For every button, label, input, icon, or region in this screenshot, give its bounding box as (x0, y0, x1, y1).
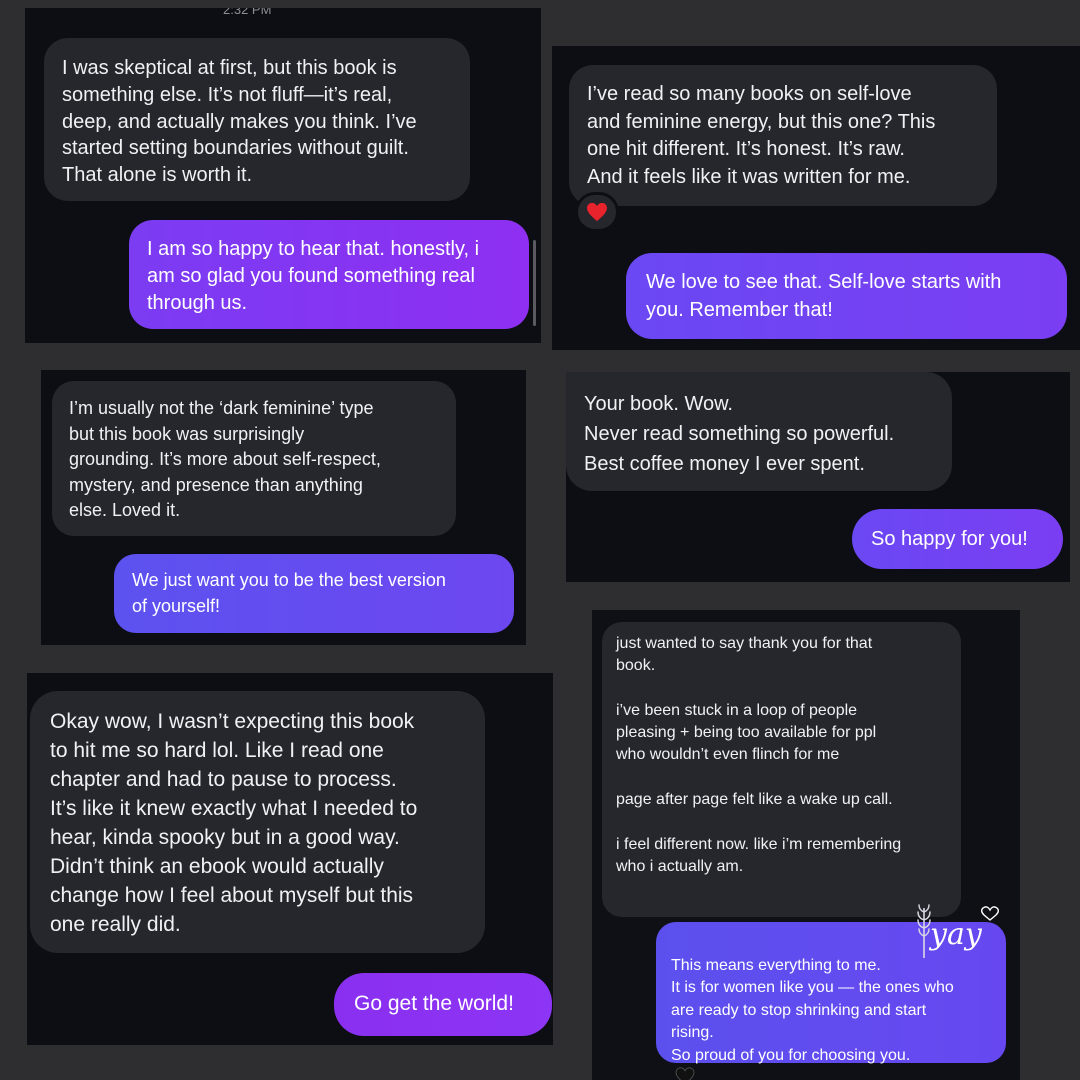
chat-panel-2: I’ve read so many books on self-love and… (552, 46, 1080, 350)
message-timestamp: 2:32 PM (223, 8, 272, 17)
yay-sticker: yay (917, 904, 999, 958)
incoming-message[interactable]: Your book. Wow. Never read something so … (566, 372, 952, 491)
scrollbar[interactable] (533, 240, 536, 326)
chat-panel-1: 2:32 PM I was skeptical at first, but th… (25, 8, 541, 343)
incoming-message[interactable]: I’ve read so many books on self-love and… (569, 65, 997, 206)
chat-panel-4: Your book. Wow. Never read something so … (566, 372, 1070, 582)
outgoing-message[interactable]: I am so happy to hear that. honestly, i … (129, 220, 529, 329)
black-heart-icon (675, 1067, 695, 1080)
chat-panel-5: Okay wow, I wasn’t expecting this book t… (27, 673, 553, 1045)
chat-panel-6: just wanted to say thank you for that bo… (592, 610, 1020, 1080)
red-heart-icon (587, 202, 607, 222)
outgoing-message[interactable]: Go get the world! (334, 973, 552, 1036)
incoming-message[interactable]: just wanted to say thank you for that bo… (602, 622, 961, 917)
heart-reaction[interactable] (575, 192, 619, 232)
incoming-message[interactable]: Okay wow, I wasn’t expecting this book t… (30, 691, 485, 953)
outgoing-message[interactable]: We just want you to be the best version … (114, 554, 514, 633)
incoming-message[interactable]: I was skeptical at first, but this book … (44, 38, 470, 201)
outgoing-message[interactable]: So happy for you! (852, 509, 1063, 569)
outgoing-message-text: This means everything to me. It is for w… (671, 956, 954, 1064)
yay-text: yay (928, 917, 983, 952)
outgoing-message[interactable]: We love to see that. Self-love starts wi… (626, 253, 1067, 339)
incoming-message[interactable]: I’m usually not the ‘dark feminine’ type… (52, 381, 456, 536)
chat-panel-3: I’m usually not the ‘dark feminine’ type… (41, 370, 526, 645)
